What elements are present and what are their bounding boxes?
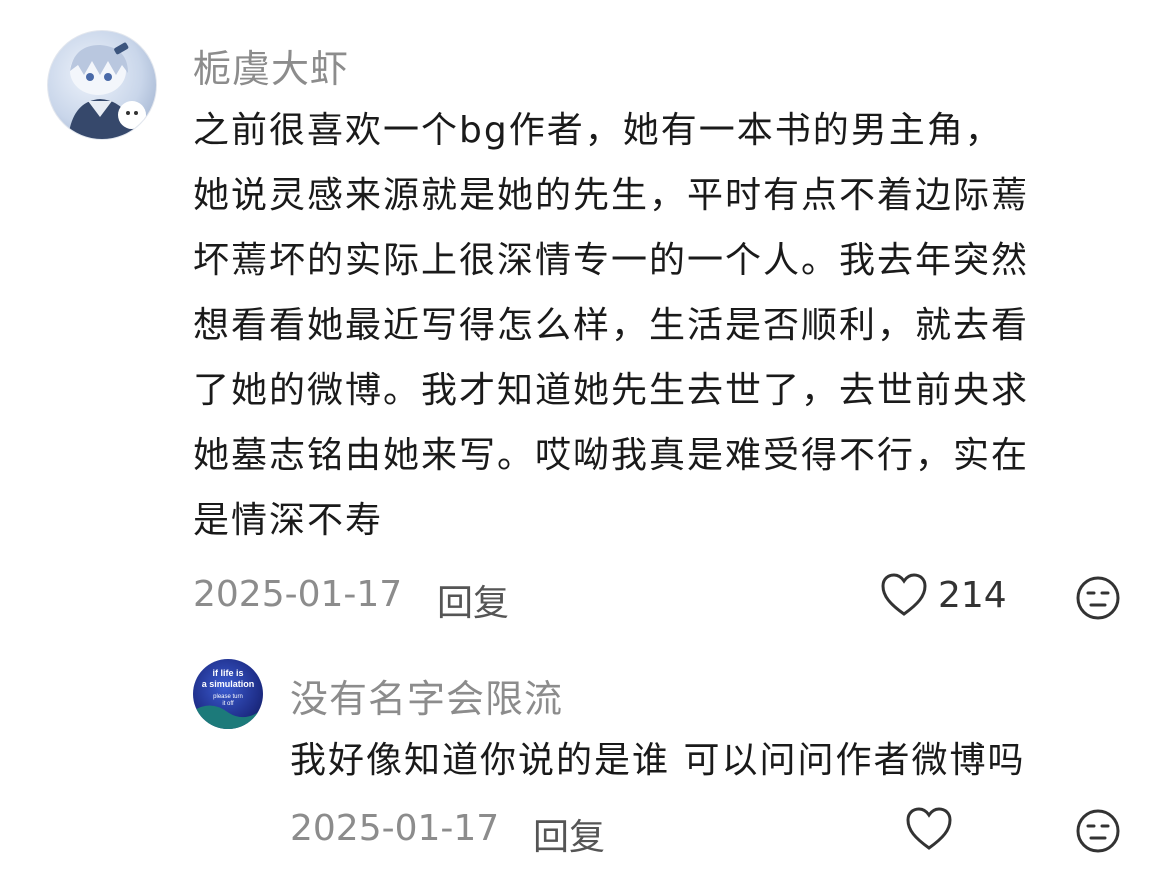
avatar-text-line: if life is [212,668,243,678]
reply-text: 我好像知道你说的是谁 可以问问作者微博吗 [290,740,1026,781]
heart-outline-icon [881,573,927,616]
reply-avatar[interactable]: if life is a simulation please turn it o… [193,659,263,729]
reply-reply-button[interactable]: 回复 [533,808,605,860]
comment-line: 她说灵感来源就是她的先生，平时有点不着边际蔫 [193,175,1030,216]
like-count: 214 [938,574,1007,616]
reply-like-button[interactable] [905,806,963,852]
neutral-face-icon [1076,809,1120,853]
reply-button[interactable]: 回复 [437,574,509,626]
comment-line: 了她的微博。我才知道她先生去世了，去世前央求 [193,370,1030,411]
neutral-face-icon [1076,576,1120,620]
anime-character-avatar-icon [68,42,146,139]
reply-body: 我好像知道你说的是谁 可以问问作者微博吗 [290,728,1025,793]
heart-outline-icon [906,807,952,850]
comment-body: 之前很喜欢一个bg作者，她有一本书的男主角， 她说灵感来源就是她的先生，平时有点… [193,98,1029,553]
comment-date: 2025-01-17 [193,574,403,615]
reply-dislike-button[interactable] [1073,806,1123,856]
comment-line: 之前很喜欢一个bg作者，她有一本书的男主角， [193,110,1003,151]
like-button[interactable]: 214 [880,572,1007,618]
reply-username[interactable]: 没有名字会限流 [290,668,563,723]
simulation-text-avatar-icon: if life is a simulation please turn it o… [193,668,263,729]
avatar-text-line: please turn [213,694,243,700]
dislike-button[interactable] [1073,573,1123,623]
comment-line: 想看看她最近写得怎么样，生活是否顺利，就去看 [193,305,1030,346]
avatar[interactable] [47,30,157,140]
comment-line: 是情深不寿 [193,500,384,541]
comment-line: 她墓志铭由她来写。哎呦我真是难受得不行，实在 [193,435,1030,476]
avatar-text-line: a simulation [202,679,255,689]
reply-date: 2025-01-17 [290,808,500,849]
comment-username[interactable]: 栀虞大虾 [193,38,349,93]
comment-line: 坏蔫坏的实际上很深情专一的一个人。我去年突然 [193,240,1030,281]
avatar-text-line: it off [222,701,234,707]
